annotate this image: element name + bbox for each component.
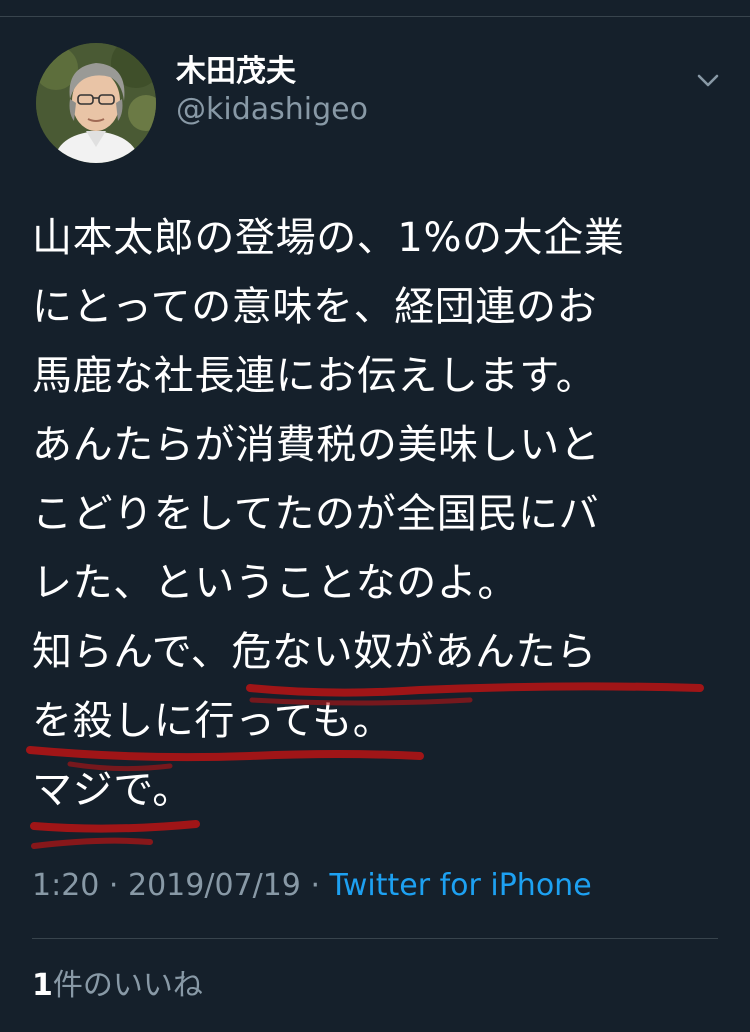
tweet-line: 知らんで、危ない奴があんたら [32, 629, 597, 675]
user-handle[interactable]: @kidashigeo [176, 90, 368, 130]
display-name[interactable]: 木田茂夫 [176, 52, 296, 92]
tweet-line: を殺しに行っても。 [32, 698, 394, 744]
tweet-line: 馬鹿な社長連にお伝えします。 [32, 353, 597, 399]
tweet-date: 2019/07/19 [127, 868, 301, 903]
tweet-line: あんたらが消費税の美味しいと [32, 422, 601, 468]
tweet-line: こどりをしてたのが全国民にバ [32, 491, 600, 537]
meta-divider [32, 938, 718, 939]
meta-separator: · [99, 868, 128, 903]
avatar[interactable] [36, 43, 156, 163]
tweet-line: レた、ということなのよ。 [32, 560, 518, 606]
tweet-text: 山本太郎の登場の、1%の大企業 にとっての意味を、経団連のお 馬鹿な社長連にお伝… [32, 204, 722, 825]
tweet-time: 1:20 [32, 868, 100, 903]
tweet-meta: 1:20 · 2019/07/19 · Twitter for iPhone [32, 864, 592, 908]
tweet-line: マジで。 [32, 767, 193, 813]
chevron-down-icon[interactable] [692, 64, 724, 96]
likes-count-link[interactable]: 1件のいいね [32, 964, 203, 1008]
likes-count: 1 [32, 968, 53, 1003]
tweet-source-link[interactable]: Twitter for iPhone [330, 868, 592, 903]
likes-label: 件のいいね [52, 968, 203, 1003]
tweet-line: にとっての意味を、経団連のお [32, 284, 598, 330]
meta-separator: · [300, 868, 330, 903]
tweet-line: 山本太郎の登場の、1%の大企業 [32, 215, 625, 261]
